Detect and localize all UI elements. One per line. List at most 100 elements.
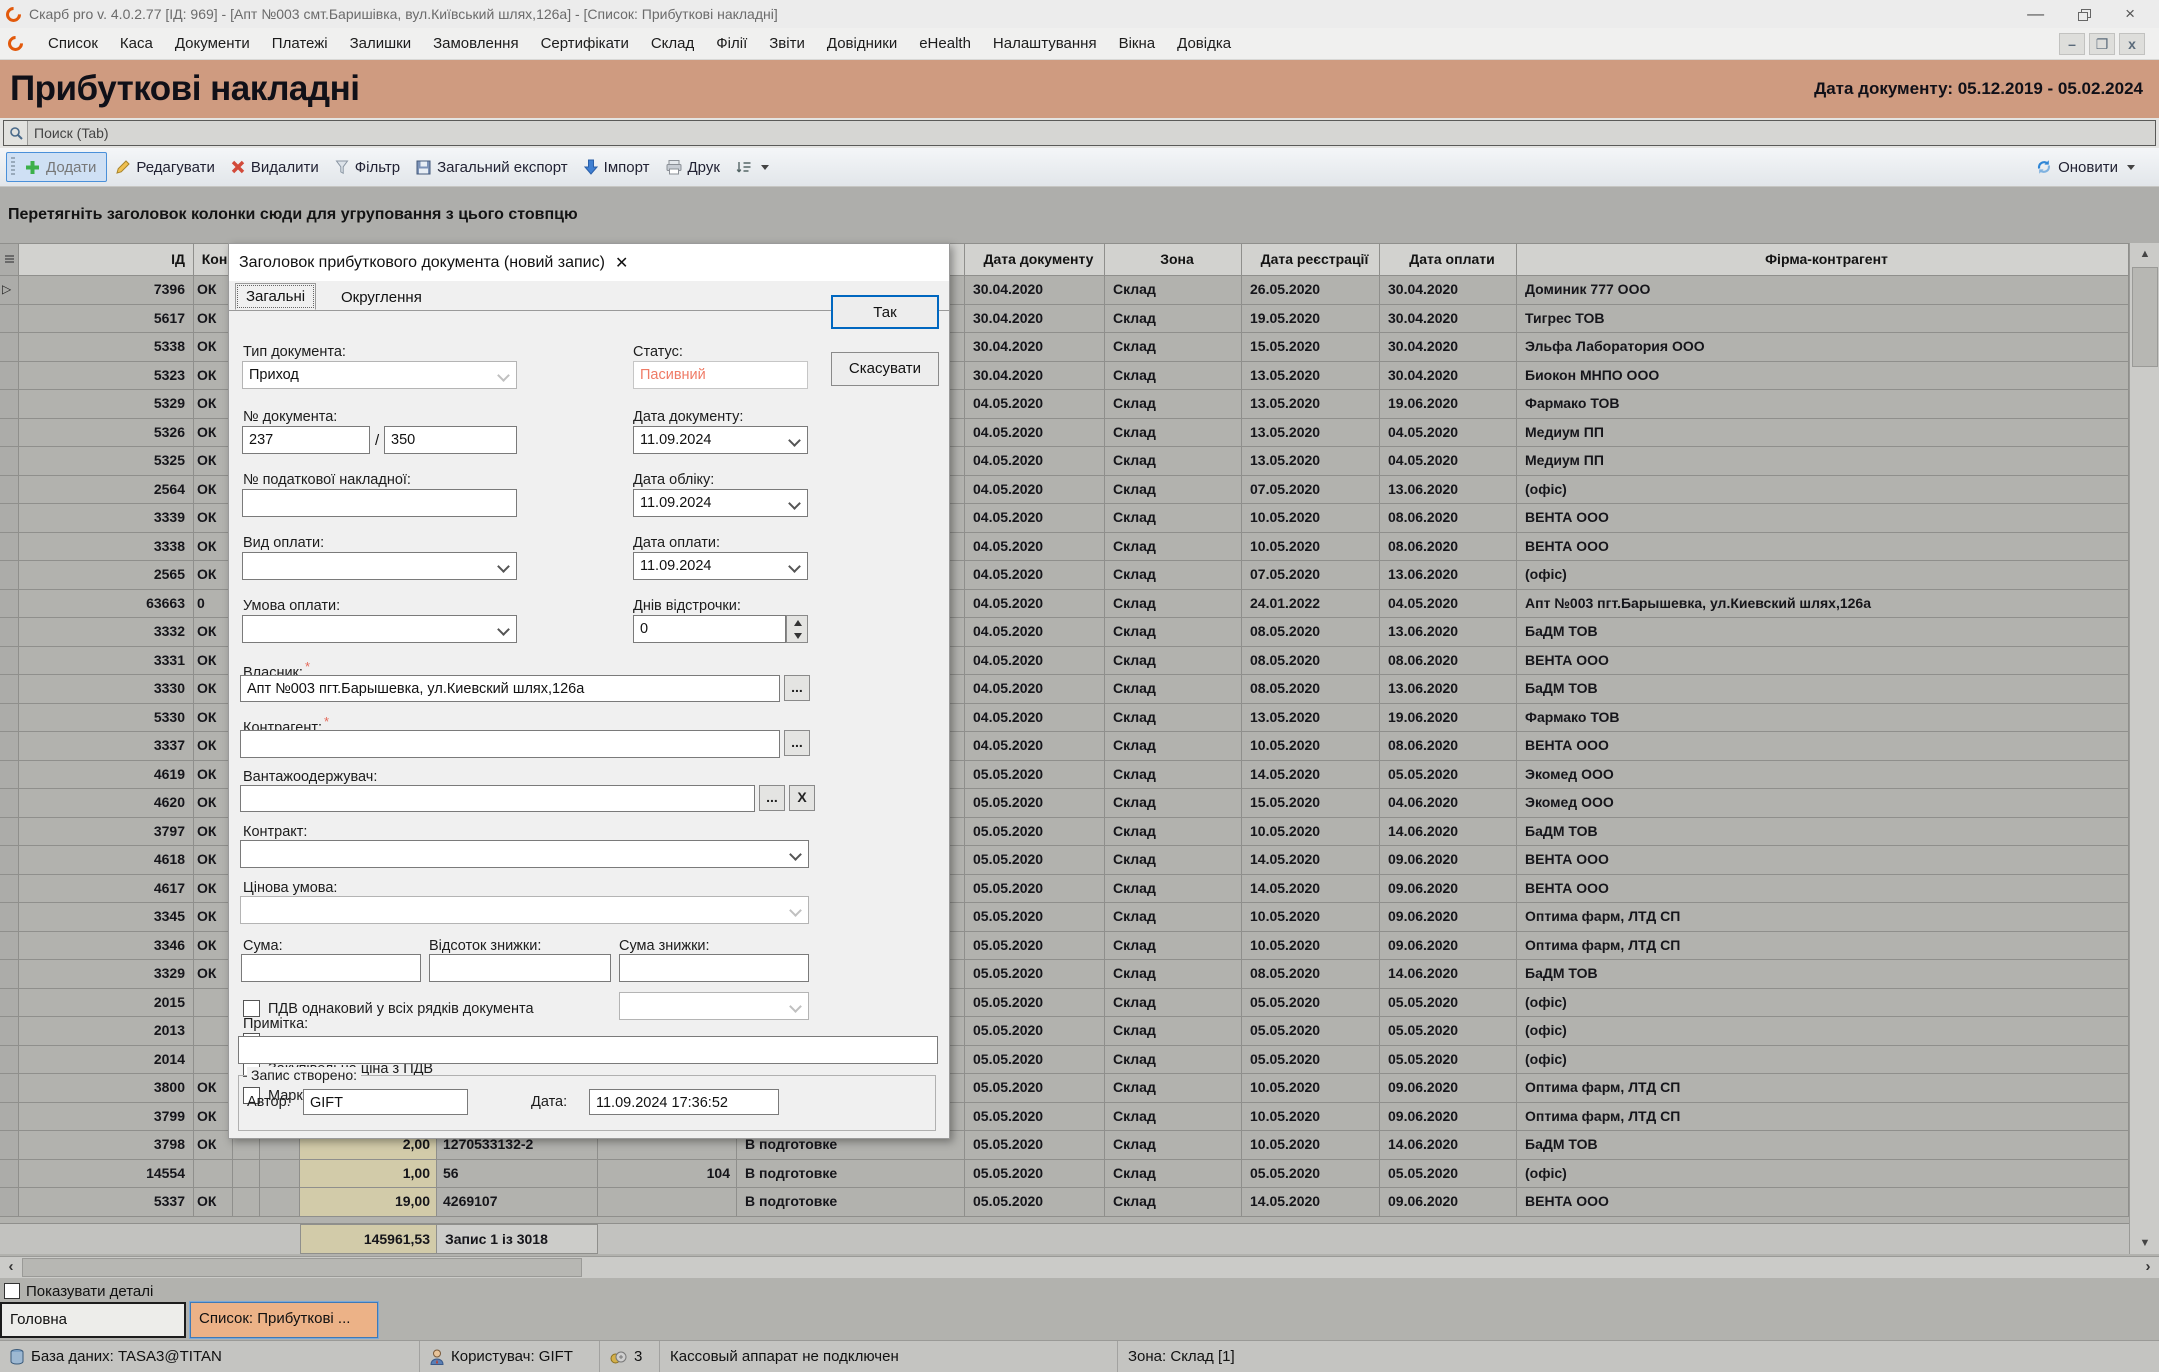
mdi-close-icon[interactable]: x: [2119, 33, 2145, 55]
view-options-button[interactable]: [728, 155, 777, 179]
price-condition-combo[interactable]: [240, 896, 809, 924]
table-row[interactable]: 14554 1,00 56 104 В подготовке 05.05.202…: [0, 1160, 2129, 1189]
export-button[interactable]: Загальний експорт: [408, 154, 576, 181]
ok-button[interactable]: Так: [831, 295, 939, 329]
menu-item-3[interactable]: Документи: [164, 31, 261, 56]
tax-invoice-input[interactable]: [242, 489, 517, 517]
column-header-reg-date[interactable]: Дата реєстрації: [1242, 244, 1380, 275]
table-row[interactable]: 5337 ОК 19,00 4269107 В подготовке 05.05…: [0, 1188, 2129, 1217]
vertical-scrollbar[interactable]: ▲ ▼: [2129, 243, 2159, 1254]
created-date-input[interactable]: 11.09.2024 17:36:52: [589, 1089, 779, 1115]
column-header-doc-date[interactable]: Дата документу: [965, 244, 1105, 275]
scroll-up-icon[interactable]: ▲: [2130, 243, 2159, 265]
menu-item-2[interactable]: Каса: [109, 31, 164, 56]
group-by-band[interactable]: Перетягніть заголовок колонки сюди для у…: [0, 186, 2159, 243]
menu-item-10[interactable]: Звіти: [758, 31, 816, 56]
delete-button[interactable]: Видалити: [223, 154, 327, 181]
author-input[interactable]: GIFT: [303, 1089, 468, 1115]
column-header-pay-date[interactable]: Дата оплати: [1380, 244, 1517, 275]
contragent-input[interactable]: [240, 730, 780, 758]
column-header-firm[interactable]: Фірма-контрагент: [1517, 244, 2129, 275]
menu-item-8[interactable]: Склад: [640, 31, 705, 56]
discount-pct-input[interactable]: [429, 954, 611, 982]
contragent-browse-button[interactable]: ...: [784, 730, 810, 756]
consignee-browse-button[interactable]: ...: [759, 785, 785, 811]
tab-home[interactable]: Головна: [0, 1302, 186, 1338]
dialog-close-icon[interactable]: ✕: [615, 253, 628, 273]
discount-sum-input[interactable]: [619, 954, 809, 982]
show-details-checkbox[interactable]: [4, 1283, 20, 1299]
owner-input[interactable]: Апт №003 пгт.Барышевка, ул.Киевский шлях…: [240, 675, 780, 702]
statusbar-count: 3: [600, 1341, 660, 1372]
cell-zone: Склад: [1105, 846, 1242, 875]
menu-item-5[interactable]: Залишки: [339, 31, 423, 56]
dialog-tab-rounding[interactable]: Округлення: [331, 285, 432, 310]
vat-same-checkbox[interactable]: [243, 1000, 260, 1017]
account-date-combo[interactable]: 11.09.2024: [633, 489, 808, 517]
import-button[interactable]: Імпорт: [576, 154, 658, 181]
mdi-restore-icon[interactable]: ❐: [2089, 33, 2115, 55]
print-button[interactable]: Друк: [658, 154, 728, 181]
cancel-button[interactable]: Скасувати: [831, 352, 939, 386]
sum-input[interactable]: [241, 954, 421, 982]
created-group: Запис створено:Автор:GIFTДата:11.09.2024…: [238, 1075, 936, 1131]
delay-days-input[interactable]: 0: [633, 615, 786, 643]
scroll-left-icon[interactable]: ‹: [0, 1257, 22, 1279]
vat-rate-combo[interactable]: [619, 992, 809, 1020]
down-arrow-icon: [584, 159, 598, 175]
window-controls: — ×: [2027, 1, 2153, 27]
menu-item-11[interactable]: Довідники: [816, 31, 908, 56]
menu-item-1[interactable]: Список: [37, 31, 109, 56]
cell-firm: Фармако ТОВ: [1517, 390, 2129, 419]
menu-item-6[interactable]: Замовлення: [422, 31, 529, 56]
doc-number-input-1[interactable]: 237: [242, 426, 370, 454]
edit-button[interactable]: Редагувати: [107, 154, 223, 181]
menu-item-4[interactable]: Платежі: [261, 31, 339, 56]
search-box[interactable]: [3, 120, 2156, 146]
horizontal-scroll-thumb[interactable]: [22, 1258, 582, 1277]
cell-reg-date: 10.05.2020: [1242, 1074, 1380, 1103]
cell-firm: (офіс): [1517, 1017, 2129, 1046]
scroll-down-icon[interactable]: ▼: [2130, 1232, 2159, 1254]
menu-item-14[interactable]: Вікна: [1108, 31, 1167, 56]
add-button[interactable]: Додати: [6, 152, 107, 182]
column-header-zone[interactable]: Зона: [1105, 244, 1242, 275]
note-input[interactable]: [238, 1036, 938, 1064]
cell-doc-date: 04.05.2020: [965, 732, 1105, 761]
mdi-minimize-icon[interactable]: –: [2059, 33, 2085, 55]
cell-id: 3346: [19, 932, 194, 961]
horizontal-scrollbar[interactable]: ‹ ›: [0, 1256, 2159, 1278]
menu-item-7[interactable]: Сертифікати: [530, 31, 640, 56]
filter-button[interactable]: Фільтр: [327, 154, 408, 181]
tab-list-active[interactable]: Список: Прибуткові ...: [190, 1302, 378, 1338]
menu-item-9[interactable]: Філії: [705, 31, 758, 56]
pay-date-combo[interactable]: 11.09.2024: [633, 552, 808, 580]
consignee-input[interactable]: [240, 785, 755, 812]
close-icon[interactable]: ×: [2125, 1, 2135, 27]
delay-days-spinner[interactable]: [786, 615, 808, 643]
refresh-button[interactable]: Оновити: [2028, 154, 2143, 181]
payment-term-combo[interactable]: [242, 615, 517, 643]
doc-type-combo[interactable]: Приход: [242, 361, 517, 389]
search-input[interactable]: [28, 122, 2155, 144]
scroll-right-icon[interactable]: ›: [2137, 1257, 2159, 1279]
row-selector-cell: [0, 789, 19, 818]
doc-number-input-2[interactable]: 350: [384, 426, 517, 454]
consignee-clear-button[interactable]: X: [789, 785, 815, 811]
contract-combo[interactable]: [240, 840, 809, 868]
menu-item-15[interactable]: Довідка: [1166, 31, 1242, 56]
vertical-scroll-thumb[interactable]: [2132, 267, 2158, 367]
row-selector-header[interactable]: [0, 244, 19, 275]
doc-date-combo[interactable]: 11.09.2024: [633, 426, 808, 454]
owner-browse-button[interactable]: ...: [784, 675, 810, 701]
cell-pay-date: 05.05.2020: [1380, 761, 1517, 790]
payment-kind-combo[interactable]: [242, 552, 517, 580]
dialog-tab-general[interactable]: Загальні: [235, 283, 316, 310]
minimize-icon[interactable]: —: [2027, 1, 2044, 27]
cell-id: 7396: [19, 276, 194, 305]
restore-icon[interactable]: [2078, 9, 2091, 21]
cell-reg-date: 08.05.2020: [1242, 618, 1380, 647]
column-header-id[interactable]: ІД: [19, 244, 194, 275]
menu-item-12[interactable]: eHealth: [908, 31, 982, 56]
menu-item-13[interactable]: Налаштування: [982, 31, 1108, 56]
